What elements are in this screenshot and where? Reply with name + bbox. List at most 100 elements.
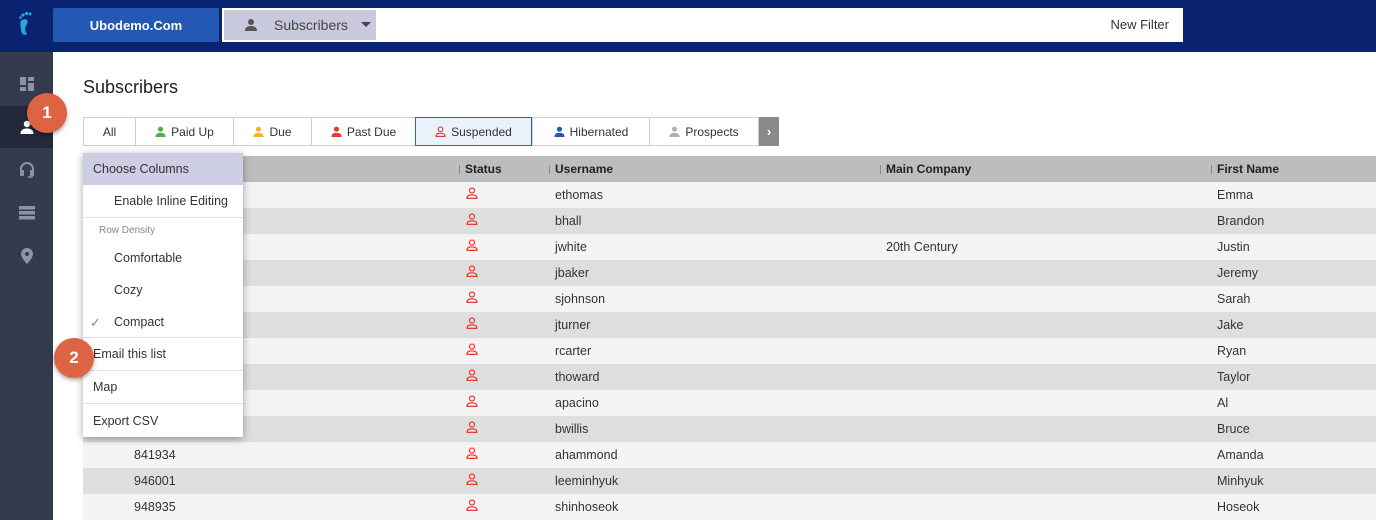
person-icon	[331, 126, 342, 137]
tab-label: Due	[269, 124, 292, 139]
table-row[interactable]: jwhite 20th Century Justin	[83, 234, 1376, 260]
choose-columns-menu-item[interactable]: Choose Columns	[83, 153, 243, 185]
username-cell: bwillis	[555, 422, 589, 436]
first-name-cell: Bruce	[1217, 422, 1250, 436]
tab-due[interactable]: Due	[233, 117, 311, 146]
export-csv-menu-item[interactable]: Export CSV	[83, 404, 243, 437]
first-name-cell: Brandon	[1217, 214, 1265, 228]
first-name-cell: Minhyuk	[1217, 474, 1264, 488]
grid-body: ethomas Emma bhall Brandon jwhite 20th C…	[83, 182, 1376, 520]
status-suspended-icon	[466, 291, 478, 306]
status-suspended-icon	[466, 499, 478, 514]
person-icon	[155, 126, 166, 137]
username-cell: bhall	[555, 214, 582, 228]
table-row[interactable]: bhall Brandon	[83, 208, 1376, 234]
subscriber-id: 948935	[134, 500, 176, 514]
status-suspended-icon	[466, 265, 478, 280]
first-name-cell: Taylor	[1217, 370, 1251, 384]
sidebar-item-support[interactable]	[0, 149, 53, 191]
table-row[interactable]: jturner Jake	[83, 312, 1376, 338]
status-suspended-icon	[466, 317, 478, 332]
sidebar-item-map[interactable]	[0, 235, 53, 277]
menu-item-label: Map	[93, 380, 118, 394]
new-filter-button[interactable]: New Filter	[1110, 17, 1169, 32]
status-suspended-icon	[466, 343, 478, 358]
list-icon	[18, 206, 35, 220]
person-icon	[253, 126, 265, 137]
tabs-scroll-right-button[interactable]: ›	[759, 117, 779, 146]
username-cell: jbaker	[555, 266, 590, 280]
headset-icon	[19, 162, 34, 178]
status-suspended-icon	[466, 395, 478, 410]
page-title: Subscribers	[83, 77, 179, 97]
table-row[interactable]: 948935 shinhoseok Hoseok	[83, 494, 1376, 520]
first-name-cell: Hoseok	[1217, 500, 1260, 514]
menu-item-label: Compact	[114, 314, 165, 329]
subscribers-grid: Status Username Main Company First Name …	[83, 156, 1376, 520]
first-name-cell: Jake	[1217, 318, 1244, 332]
table-row[interactable]: bwillis Bruce	[83, 416, 1376, 442]
step-badge-2: 2	[54, 338, 94, 378]
first-name-cell: Jeremy	[1217, 266, 1258, 280]
column-header-first-name[interactable]: First Name	[1210, 162, 1279, 176]
tab-hibernated[interactable]: Hibernated	[532, 117, 649, 146]
row-density-label: Row Density	[99, 224, 156, 236]
footprint-logo-icon[interactable]	[14, 10, 40, 38]
column-header-status[interactable]: Status	[459, 162, 502, 176]
username-cell: ethomas	[555, 188, 603, 202]
tab-prospects[interactable]: Prospects	[649, 117, 759, 146]
column-header-main-company[interactable]: Main Company	[879, 162, 971, 176]
username-cell: leeminhyuk	[555, 474, 619, 488]
location-pin-icon	[20, 248, 33, 264]
menu-item-label: Email this list	[93, 347, 166, 361]
person-icon	[245, 19, 257, 31]
table-row[interactable]: ethomas Emma	[83, 182, 1376, 208]
entity-select-dropdown[interactable]: Subscribers	[224, 10, 376, 40]
first-name-cell: Sarah	[1217, 292, 1251, 306]
density-comfortable-menu-item[interactable]: Comfortable	[83, 242, 243, 274]
tab-label: Past Due	[346, 124, 397, 139]
first-name-cell: Justin	[1217, 240, 1250, 254]
tab-paid-up[interactable]: Paid Up	[135, 117, 233, 146]
top-bar: Ubodemo.Com Subscribers New Filter	[0, 0, 1376, 52]
status-suspended-icon	[466, 213, 478, 228]
table-row[interactable]: sjohnson Sarah	[83, 286, 1376, 312]
status-suspended-icon	[466, 421, 478, 436]
table-row[interactable]: jbaker Jeremy	[83, 260, 1376, 286]
menu-item-label: Enable Inline Editing	[114, 194, 228, 208]
density-compact-menu-item[interactable]: ✓ Compact	[83, 306, 243, 338]
status-suspended-icon	[466, 369, 478, 384]
map-menu-item[interactable]: Map	[83, 371, 243, 404]
filter-bar[interactable]: Subscribers New Filter	[222, 8, 1183, 42]
tab-label: Paid Up	[171, 124, 214, 139]
person-icon	[554, 126, 565, 137]
density-cozy-menu-item[interactable]: Cozy	[83, 274, 243, 306]
tab-all[interactable]: All	[83, 117, 135, 146]
enable-inline-editing-menu-item[interactable]: Enable Inline Editing	[83, 185, 243, 218]
person-outline-icon	[435, 126, 446, 137]
table-row[interactable]: apacino Al	[83, 390, 1376, 416]
menu-item-label: Comfortable	[114, 251, 183, 265]
table-row[interactable]: rcarter Ryan	[83, 338, 1376, 364]
username-cell: shinhoseok	[555, 500, 619, 514]
table-row[interactable]: 946001 leeminhyuk Minhyuk	[83, 468, 1376, 494]
table-row[interactable]: 841934 ahammond Amanda	[83, 442, 1376, 468]
username-cell: jwhite	[555, 240, 587, 254]
subscriber-id: 946001	[134, 474, 176, 488]
chevron-right-icon: ›	[766, 124, 772, 139]
username-cell: ahammond	[555, 448, 618, 462]
tab-suspended[interactable]: Suspended	[415, 117, 532, 146]
email-list-menu-item[interactable]: Email this list	[83, 338, 243, 371]
step-badge-1: 1	[27, 93, 67, 133]
tab-label: Prospects	[685, 124, 739, 139]
organization-button[interactable]: Ubodemo.Com	[53, 8, 219, 42]
tab-past-due[interactable]: Past Due	[311, 117, 415, 146]
first-name-cell: Ryan	[1217, 344, 1247, 358]
first-name-cell: Al	[1217, 396, 1229, 410]
grid-options-menu: Choose Columns Enable Inline Editing Row…	[83, 153, 243, 437]
chevron-down-icon	[361, 22, 371, 27]
table-row[interactable]: thoward Taylor	[83, 364, 1376, 390]
sidebar-item-lists[interactable]	[0, 192, 53, 234]
person-icon	[669, 126, 680, 137]
column-header-username[interactable]: Username	[548, 162, 613, 176]
